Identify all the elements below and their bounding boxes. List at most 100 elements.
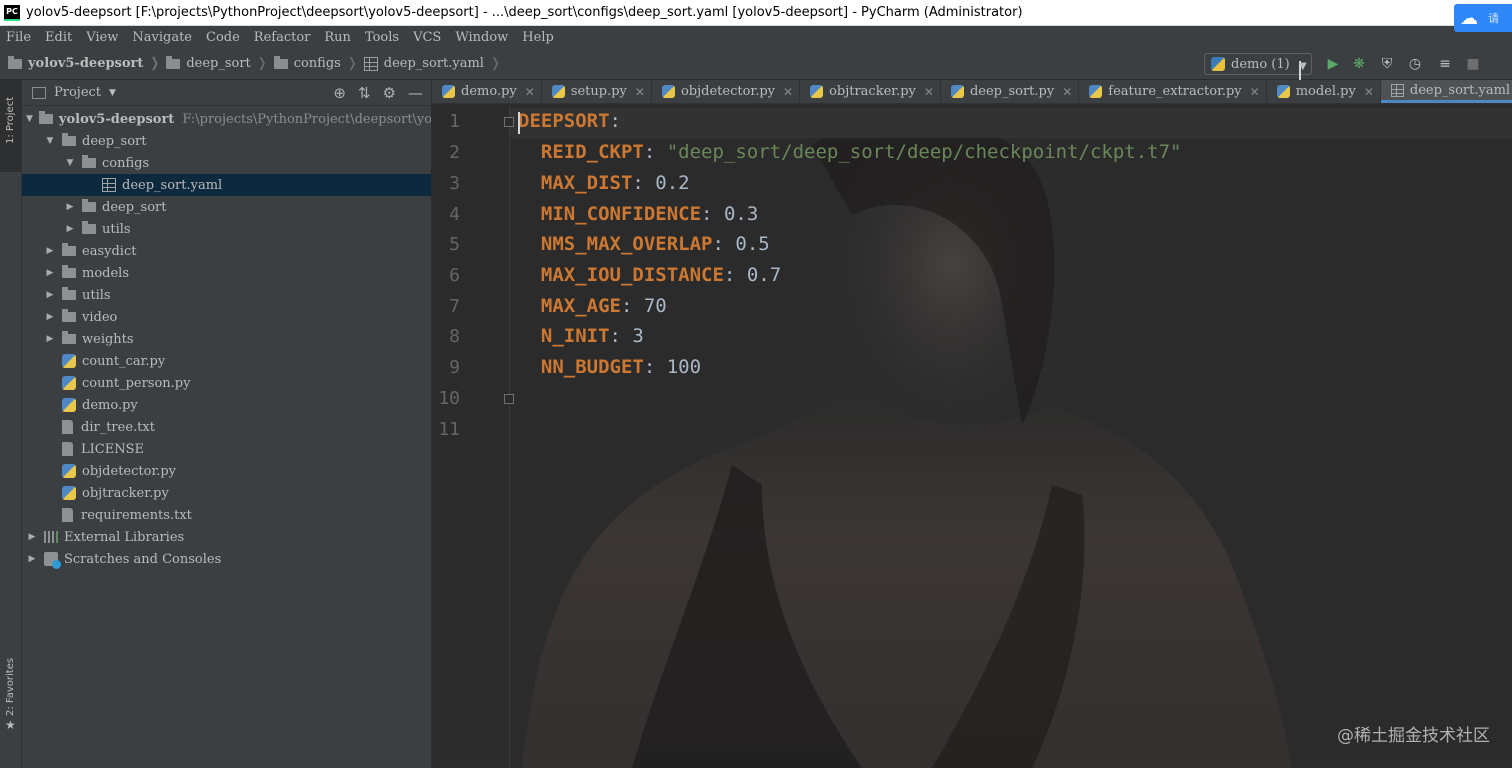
menu-bar: File Edit View Navigate Code Refactor Ru… bbox=[0, 26, 1512, 48]
title-bar: PC yolov5-deepsort [F:\projects\PythonPr… bbox=[0, 0, 1512, 26]
tree-item-external-libraries[interactable]: ▶ External Libraries bbox=[22, 526, 431, 548]
collapsed-arrow-icon[interactable]: ▶ bbox=[44, 268, 56, 278]
tree-root[interactable]: ▼ yolov5-deepsort F:\projects\PythonProj… bbox=[22, 108, 431, 130]
tab-label: setup.py bbox=[570, 84, 627, 99]
debug-icon[interactable]: ❋ bbox=[1350, 55, 1368, 73]
close-icon[interactable]: ✕ bbox=[1062, 85, 1072, 99]
tree-item-dir-tree[interactable]: dir_tree.txt bbox=[22, 416, 431, 438]
menu-help[interactable]: Help bbox=[522, 30, 554, 45]
menu-navigate[interactable]: Navigate bbox=[132, 30, 192, 45]
tree-item-weights[interactable]: ▶ weights bbox=[22, 328, 431, 350]
folder-icon bbox=[62, 243, 76, 256]
breadcrumb-separator: ❭ bbox=[149, 56, 161, 71]
close-icon[interactable]: ✕ bbox=[783, 85, 793, 99]
yaml-key: DEEPSORT bbox=[518, 110, 610, 132]
pycharm-icon: PC bbox=[4, 4, 20, 21]
tree-item-count-person[interactable]: count_person.py bbox=[22, 372, 431, 394]
profile-icon[interactable]: ◷ bbox=[1406, 55, 1424, 73]
fold-open-icon[interactable] bbox=[504, 117, 514, 127]
tab-deep-sort-yaml[interactable]: deep_sort.yaml✕ bbox=[1380, 80, 1512, 103]
menu-tools[interactable]: Tools bbox=[365, 30, 399, 45]
close-icon[interactable]: ✕ bbox=[924, 85, 934, 99]
tree-item-utils-sub[interactable]: ▶ utils bbox=[22, 218, 431, 240]
tree-item-easydict[interactable]: ▶ easydict bbox=[22, 240, 431, 262]
text-file-icon bbox=[62, 442, 73, 456]
breadcrumb-label: deep_sort.yaml bbox=[383, 56, 484, 71]
tree-item-video[interactable]: ▶ video bbox=[22, 306, 431, 328]
chevron-down-icon[interactable]: ▼ bbox=[109, 88, 116, 98]
breadcrumb-separator: ❭ bbox=[256, 56, 268, 71]
tab-demo-py[interactable]: demo.py ✕ bbox=[432, 80, 542, 103]
breadcrumb-project[interactable]: yolov5-deepsort ❭ bbox=[8, 55, 161, 71]
collapsed-arrow-icon[interactable]: ▶ bbox=[26, 532, 38, 542]
tree-item-deep-sort[interactable]: ▼ deep_sort bbox=[22, 130, 431, 152]
menu-code[interactable]: Code bbox=[206, 30, 240, 45]
tree-item-deep-sort-sub[interactable]: ▶ deep_sort bbox=[22, 196, 431, 218]
fold-close-icon[interactable] bbox=[504, 394, 514, 404]
python-icon bbox=[1211, 57, 1225, 71]
menu-view[interactable]: View bbox=[86, 30, 118, 45]
yaml-key: REID_CKPT bbox=[540, 141, 644, 163]
menu-file[interactable]: File bbox=[6, 30, 31, 45]
tree-item-label: External Libraries bbox=[64, 529, 185, 545]
close-icon[interactable]: ✕ bbox=[1250, 85, 1260, 99]
coverage-icon[interactable]: ⛨ bbox=[1378, 55, 1396, 73]
tab-objdetector-py[interactable]: objdetector.py ✕ bbox=[652, 80, 801, 103]
tab-objtracker-py[interactable]: objtracker.py ✕ bbox=[800, 80, 941, 103]
build-icon[interactable]: ≡ bbox=[1436, 55, 1454, 73]
collapsed-arrow-icon[interactable]: ▶ bbox=[44, 334, 56, 344]
line-number: 4 bbox=[449, 204, 460, 225]
close-icon[interactable]: ✕ bbox=[635, 85, 645, 99]
close-icon[interactable]: ✕ bbox=[1364, 85, 1374, 99]
collapsed-arrow-icon[interactable]: ▶ bbox=[64, 202, 76, 212]
breadcrumb-file[interactable]: deep_sort.yaml ❭ bbox=[363, 56, 501, 71]
locate-icon[interactable]: ⊕ bbox=[333, 84, 346, 102]
stop-icon[interactable]: ■ bbox=[1464, 55, 1482, 73]
folder-icon bbox=[62, 331, 76, 344]
gear-icon[interactable]: ⚙ bbox=[383, 84, 396, 102]
project-panel-title[interactable]: Project bbox=[54, 85, 101, 100]
tab-model-py[interactable]: model.py ✕ bbox=[1267, 80, 1381, 103]
collapsed-arrow-icon[interactable]: ▶ bbox=[64, 224, 76, 234]
favorites-tool-label[interactable]: 2: Favorites bbox=[5, 658, 16, 716]
tree-item-utils[interactable]: ▶ utils bbox=[22, 284, 431, 306]
tree-item-scratches[interactable]: ▶ Scratches and Consoles bbox=[22, 548, 431, 570]
tree-item-count-car[interactable]: count_car.py bbox=[22, 350, 431, 372]
baidu-cloud-badge[interactable]: ☁ 请 bbox=[1454, 4, 1512, 32]
tree-item-license[interactable]: LICENSE bbox=[22, 438, 431, 460]
tree-item-deep-sort-yaml[interactable]: deep_sort.yaml bbox=[22, 174, 431, 196]
project-tool-button[interactable]: 1: Project bbox=[0, 80, 22, 172]
minimize-icon[interactable]: — bbox=[408, 84, 423, 102]
menu-edit[interactable]: Edit bbox=[45, 30, 72, 45]
python-file-icon bbox=[1276, 85, 1290, 98]
expanded-arrow-icon[interactable]: ▼ bbox=[44, 136, 56, 146]
yaml-key: NMS_MAX_OVERLAP bbox=[540, 233, 713, 255]
tree-item-configs[interactable]: ▼ configs bbox=[22, 152, 431, 174]
tree-item-demo[interactable]: demo.py bbox=[22, 394, 431, 416]
tab-deep-sort-py[interactable]: deep_sort.py ✕ bbox=[941, 80, 1080, 103]
breadcrumb-deep-sort[interactable]: deep_sort ❭ bbox=[166, 55, 268, 71]
collapsed-arrow-icon[interactable]: ▶ bbox=[44, 312, 56, 322]
menu-vcs[interactable]: VCS bbox=[413, 30, 441, 45]
tree-item-models[interactable]: ▶ models bbox=[22, 262, 431, 284]
code-editor[interactable]: 1 2 3 4 5 6 7 8 9 10 11 DEEPSORT: REID_C… bbox=[432, 105, 1512, 768]
project-panel: Project ▼ ⊕ ⇅ ⚙ — ▼ yolov5-deepsort F:\p… bbox=[22, 80, 432, 768]
menu-refactor[interactable]: Refactor bbox=[254, 30, 311, 45]
close-icon[interactable]: ✕ bbox=[525, 85, 535, 99]
collapsed-arrow-icon[interactable]: ▶ bbox=[44, 246, 56, 256]
tree-item-objtracker[interactable]: objtracker.py bbox=[22, 482, 431, 504]
expanded-arrow-icon[interactable]: ▼ bbox=[26, 114, 33, 124]
tab-setup-py[interactable]: setup.py ✕ bbox=[542, 80, 652, 103]
collapse-all-icon[interactable]: ⇅ bbox=[358, 84, 371, 102]
menu-window[interactable]: Window bbox=[455, 30, 508, 45]
expanded-arrow-icon[interactable]: ▼ bbox=[64, 158, 76, 168]
run-configuration-select[interactable]: demo (1) ▼ bbox=[1204, 53, 1312, 83]
collapsed-arrow-icon[interactable]: ▶ bbox=[26, 554, 38, 564]
tree-item-objdetector[interactable]: objdetector.py bbox=[22, 460, 431, 482]
tree-item-requirements[interactable]: requirements.txt bbox=[22, 504, 431, 526]
collapsed-arrow-icon[interactable]: ▶ bbox=[44, 290, 56, 300]
breadcrumb-configs[interactable]: configs ❭ bbox=[273, 55, 358, 71]
menu-run[interactable]: Run bbox=[324, 30, 351, 45]
tab-feature-extractor-py[interactable]: feature_extractor.py ✕ bbox=[1079, 80, 1267, 103]
run-icon[interactable]: ▶ bbox=[1324, 55, 1342, 73]
